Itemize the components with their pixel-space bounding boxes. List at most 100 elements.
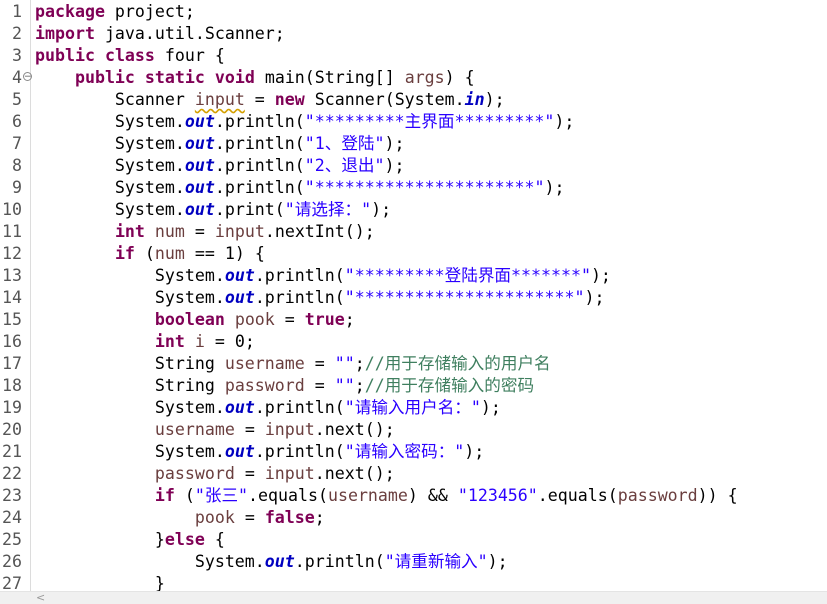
code-line[interactable]: 23 if ("张三".equals(username) && "123456"… <box>0 485 827 507</box>
code-line[interactable]: 18 String password = "";//用于存储输入的密码 <box>0 375 827 397</box>
code-line[interactable]: 14 System.out.println("*****************… <box>0 287 827 309</box>
code-token: System. <box>35 156 185 175</box>
code-token: System. <box>35 288 225 307</box>
code-line[interactable]: 21 System.out.println("请输入密码："); <box>0 441 827 463</box>
code-token: out <box>264 552 295 571</box>
code-token: username <box>327 486 408 505</box>
code-text: if ("张三".equals(username) && "123456".eq… <box>35 485 738 507</box>
code-token: } <box>35 530 165 549</box>
code-token: out <box>184 112 215 131</box>
line-number: 23 <box>2 486 22 505</box>
code-line[interactable]: 13 System.out.println("*********登陆界面****… <box>0 265 827 287</box>
horizontal-scrollbar[interactable]: < <box>0 591 827 604</box>
code-text: System.out.println("请重新输入"); <box>35 551 508 573</box>
code-line[interactable]: 10 System.out.print("请选择："); <box>0 199 827 221</box>
code-text: int i = 0; <box>35 331 255 353</box>
code-line[interactable]: 2 import java.util.Scanner; <box>0 23 827 45</box>
line-number: 14 <box>2 288 22 307</box>
code-token: = <box>304 376 335 395</box>
code-token: public <box>74 68 135 87</box>
code-token: .println( <box>294 552 385 571</box>
code-line[interactable]: 27 } <box>0 573 827 591</box>
line-number: 21 <box>2 442 22 461</box>
code-token: "123456" <box>457 486 538 505</box>
code-token: class <box>104 46 155 65</box>
code-token: num <box>154 244 185 263</box>
code-token: "" <box>334 376 355 395</box>
code-text: username = input.next(); <box>35 419 395 441</box>
code-token: i <box>194 332 205 351</box>
code-editor[interactable]: 1 package project; 2 import java.util.Scann… <box>0 0 827 591</box>
code-token: Scanner(System. <box>304 90 465 109</box>
code-token: = <box>274 310 305 329</box>
line-number: 12 <box>2 244 22 263</box>
code-token: pook <box>194 508 235 527</box>
code-token: ) && <box>407 486 458 505</box>
code-token: { <box>204 530 225 549</box>
code-line[interactable]: 7 System.out.println("1、登陆"); <box>0 133 827 155</box>
code-line[interactable]: 24 pook = false; <box>0 507 827 529</box>
code-text: } <box>35 573 165 591</box>
code-line[interactable]: 12 if (num == 1) { <box>0 243 827 265</box>
code-token: System. <box>35 200 185 219</box>
code-token: .next(); <box>314 464 395 483</box>
code-line[interactable]: 16 int i = 0; <box>0 331 827 353</box>
code-line[interactable]: 3 public class four { <box>0 45 827 67</box>
code-text: public class four { <box>35 45 225 67</box>
code-token: out <box>184 200 215 219</box>
code-token: ( <box>134 244 155 263</box>
code-line[interactable]: 19 System.out.println("请输入用户名："); <box>0 397 827 419</box>
code-line[interactable]: 22 password = input.next(); <box>0 463 827 485</box>
code-line[interactable]: 9 System.out.println("******************… <box>0 177 827 199</box>
line-number: 27 <box>2 574 22 591</box>
code-line[interactable]: 6 System.out.println("*********主界面******… <box>0 111 827 133</box>
code-token: ); <box>554 112 575 131</box>
code-line[interactable]: 26 System.out.println("请重新输入"); <box>0 551 827 573</box>
code-token: if <box>114 244 135 263</box>
code-text: package project; <box>35 1 195 23</box>
scroll-left-icon[interactable]: < <box>36 592 45 604</box>
code-text: if (num == 1) { <box>35 243 265 265</box>
line-number: 3 <box>12 46 22 65</box>
code-token: = <box>234 420 265 439</box>
code-text: System.out.println("*********登陆界面*******… <box>35 265 611 287</box>
code-token: ; <box>354 354 365 373</box>
code-line[interactable]: 25 }else { <box>0 529 827 551</box>
code-line[interactable]: 5 Scanner input = new Scanner(System.in)… <box>0 89 827 111</box>
collapse-icon[interactable]: − <box>23 72 32 82</box>
code-token: "请输入用户名：" <box>344 398 481 417</box>
code-text: System.out.println("请输入密码："); <box>35 441 484 463</box>
code-token: ); <box>487 552 508 571</box>
code-line[interactable]: 20 username = input.next(); <box>0 419 827 441</box>
code-token: ); <box>590 266 611 285</box>
code-token: ) { <box>444 68 475 87</box>
line-number: 15 <box>2 310 22 329</box>
code-token: String <box>35 376 225 395</box>
code-line[interactable]: 1 package project; <box>0 1 827 23</box>
code-token: true <box>304 310 345 329</box>
code-line[interactable]: 15 boolean pook = true; <box>0 309 827 331</box>
code-token: in <box>464 90 485 109</box>
code-token: ; <box>354 376 365 395</box>
code-line[interactable]: 4− public static void main(String[] args… <box>0 67 827 89</box>
code-token: ); <box>384 156 405 175</box>
code-line[interactable]: 8 System.out.println("2、退出"); <box>0 155 827 177</box>
code-token: username <box>224 354 305 373</box>
code-line[interactable]: 17 String username = "";//用于存储输入的用户名 <box>0 353 827 375</box>
code-token: int <box>154 332 185 351</box>
code-line[interactable]: 11 int num = input.nextInt(); <box>0 221 827 243</box>
code-text: import java.util.Scanner; <box>35 23 285 45</box>
code-token: out <box>224 288 255 307</box>
code-token: num <box>154 222 185 241</box>
code-token: boolean <box>154 310 225 329</box>
line-number: 25 <box>2 530 22 549</box>
line-number: 24 <box>2 508 22 527</box>
code-token: System. <box>35 134 185 153</box>
code-token: ( <box>174 486 195 505</box>
code-text: public static void main(String[] args) { <box>35 67 475 89</box>
code-token: args <box>404 68 445 87</box>
